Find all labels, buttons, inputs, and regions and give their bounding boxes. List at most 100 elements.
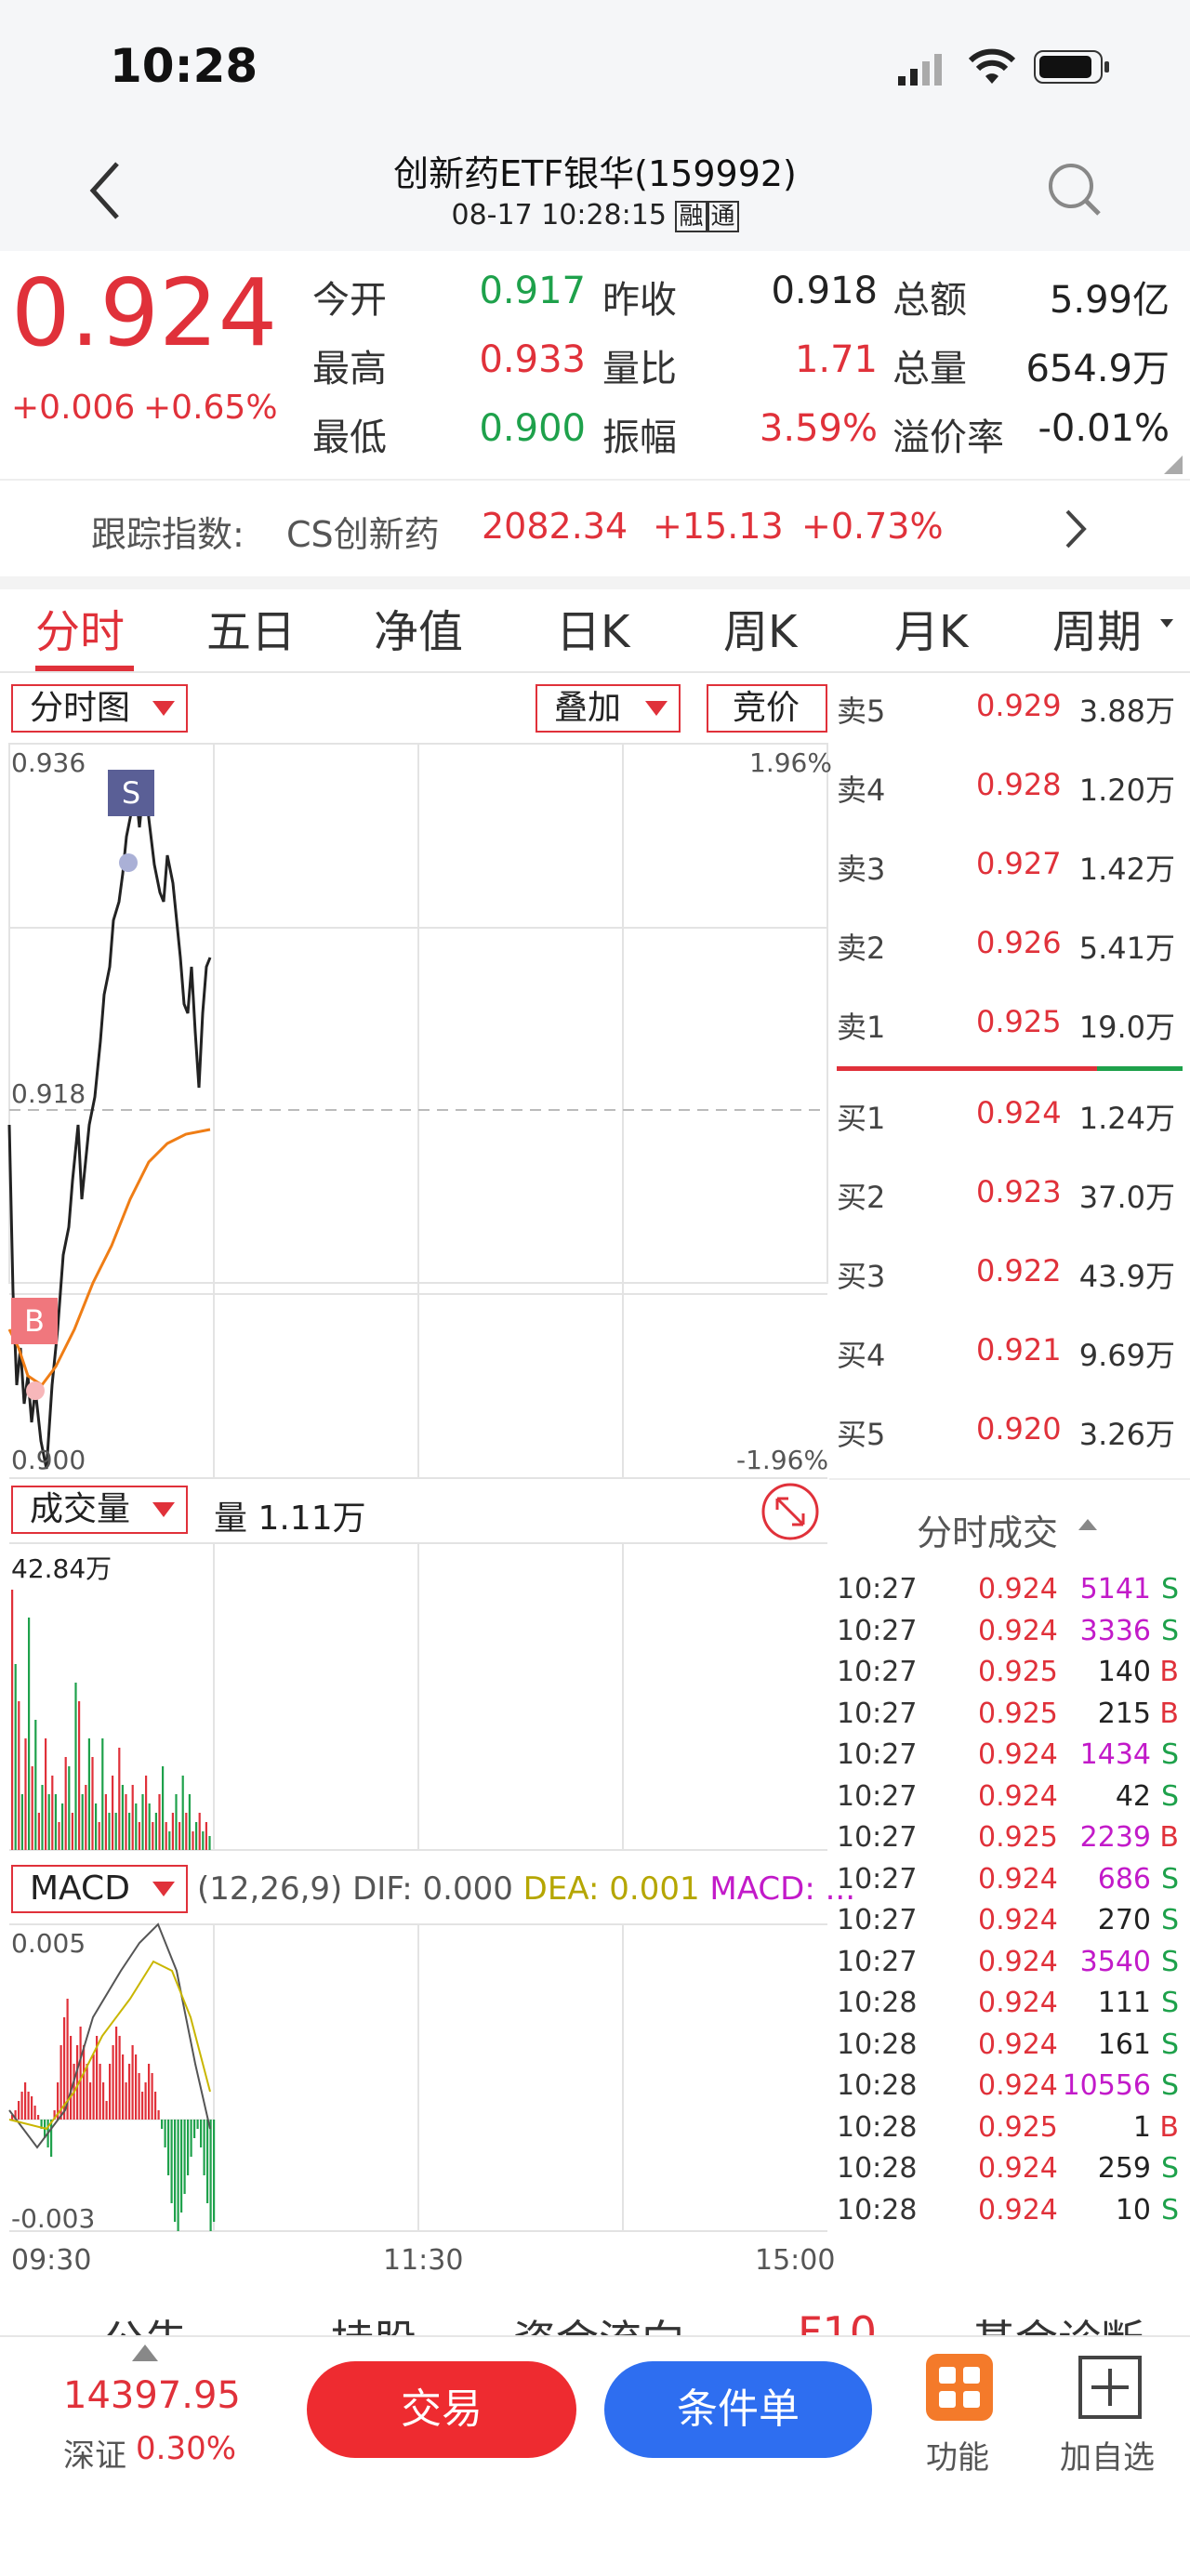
- macd-bar: [115, 2027, 118, 2120]
- volume-bar: [54, 1794, 57, 1850]
- bids-row[interactable]: 买5 0.920 3.26万: [837, 1411, 1181, 1467]
- conditional-order-button[interactable]: 条件单: [604, 2361, 872, 2458]
- price-axis-bottom: 0.900: [11, 1445, 86, 1475]
- expand-icon[interactable]: [760, 1482, 820, 1545]
- volume-bar: [64, 1757, 67, 1850]
- tab-5[interactable]: 月K: [894, 595, 968, 660]
- quote-label: 昨收: [602, 279, 677, 322]
- pct-axis-bottom: -1.96%: [736, 1445, 829, 1475]
- trade-row: 10:27 0.924 270 S: [837, 1904, 1183, 1945]
- volume-label: 量 1.11万: [214, 1499, 366, 1538]
- tab-fund-diagnosis[interactable]: 基金诊断: [972, 2307, 1144, 2335]
- macd-bar: [92, 2054, 95, 2120]
- chart-mode-dropdown[interactable]: 分时图: [11, 684, 188, 733]
- tab-1[interactable]: 五日: [206, 595, 296, 660]
- trade-side: B: [1159, 2110, 1179, 2144]
- macd-bar: [109, 2064, 112, 2120]
- quote-value: -0.01%: [1038, 407, 1170, 450]
- quote-value: 654.9万: [1025, 348, 1170, 390]
- bid-ask-ratio-red: [837, 1066, 1097, 1071]
- macd-bar: [37, 2115, 40, 2120]
- volume-bar: [198, 1813, 201, 1850]
- volume-bar: [195, 1822, 198, 1850]
- asks-row[interactable]: 卖3 0.927 1.42万: [837, 846, 1181, 902]
- divider: [829, 1478, 1190, 1480]
- macd-bar: [125, 2082, 127, 2120]
- macd-bar: [31, 2096, 33, 2120]
- bottom-bar: 14397.95 深证 0.30% 交易 条件单 功能 加自选: [0, 2335, 1190, 2576]
- volume-bar: [58, 1822, 60, 1850]
- trades-title[interactable]: 分时成交: [917, 1504, 1058, 1555]
- volume-bar: [128, 1813, 131, 1850]
- asks-row[interactable]: 卖1 0.925 19.0万: [837, 1004, 1181, 1060]
- volume-bar: [168, 1831, 171, 1850]
- volume-bar: [85, 1785, 87, 1850]
- volume-bar: [145, 1776, 148, 1850]
- tab-6[interactable]: 周期: [1052, 595, 1142, 660]
- volume-bar: [162, 1766, 165, 1850]
- volume-max-label: 42.84万: [11, 1553, 112, 1584]
- macd-indicator-dropdown[interactable]: MACD: [11, 1865, 188, 1913]
- macd-bar: [138, 2073, 140, 2120]
- macd-bar: [128, 2064, 131, 2120]
- function-button[interactable]: 功能: [922, 2354, 1012, 2493]
- add-watchlist-button[interactable]: 加自选: [1056, 2354, 1171, 2493]
- bids-row[interactable]: 买4 0.921 9.69万: [837, 1332, 1181, 1388]
- buy-marker[interactable]: B: [11, 1298, 58, 1344]
- tab-announcement[interactable]: 公告: [102, 2307, 188, 2335]
- book-price: 0.929: [976, 688, 1062, 723]
- volume-bar: [131, 1785, 134, 1850]
- tracking-index-row[interactable]: 跟踪指数: CS创新药 2082.34 +15.13 +0.73%: [0, 483, 1190, 576]
- macd-bar: [203, 2120, 205, 2175]
- asks-row[interactable]: 卖5 0.929 3.88万: [837, 688, 1181, 744]
- bids-row[interactable]: 买2 0.923 37.0万: [837, 1174, 1181, 1230]
- volume-bar: [175, 1794, 178, 1850]
- market-index-pct: 0.30%: [136, 2430, 237, 2467]
- volume-bar: [34, 1720, 37, 1850]
- tab-0[interactable]: 分时: [35, 595, 125, 660]
- tab-f10[interactable]: F10: [798, 2307, 877, 2335]
- trade-volume: 140: [1097, 1656, 1151, 1688]
- trade-row: 10:28 0.924 259 S: [837, 2152, 1183, 2193]
- volume-bar: [208, 1836, 211, 1850]
- tab-fund-flow[interactable]: 资金流向: [513, 2307, 684, 2335]
- tracking-index-change: +15.13: [653, 506, 784, 547]
- tab-holdings[interactable]: 持股: [331, 2307, 416, 2335]
- trade-time: 10:27: [837, 1862, 918, 1896]
- macd-bar: [144, 2082, 147, 2120]
- trade-time: 10:27: [837, 1779, 918, 1813]
- macd-bar: [209, 2120, 212, 2231]
- volume-indicator-dropdown[interactable]: 成交量: [11, 1486, 188, 1534]
- sell-marker[interactable]: S: [108, 770, 154, 816]
- bids-row[interactable]: 买3 0.922 43.9万: [837, 1253, 1181, 1309]
- tracking-index-pct: +0.73%: [801, 506, 944, 547]
- book-price: 0.922: [976, 1253, 1062, 1288]
- buy-point: [26, 1381, 45, 1400]
- book-volume: 3.88万: [1078, 694, 1175, 729]
- asks-row[interactable]: 卖2 0.926 5.41万: [837, 925, 1181, 981]
- tab-2[interactable]: 净值: [374, 595, 463, 660]
- asks-row[interactable]: 卖4 0.928 1.20万: [837, 767, 1181, 823]
- quote-label: 最低: [312, 416, 387, 459]
- status-bar: 10:28: [0, 0, 1190, 139]
- trade-time: 10:28: [837, 2028, 918, 2061]
- tracking-index-name: CS创新药: [286, 514, 440, 555]
- search-icon[interactable]: [1045, 160, 1104, 223]
- price-lines: [7, 771, 212, 1470]
- quote-label: 总额: [892, 279, 967, 322]
- trade-button[interactable]: 交易: [307, 2361, 576, 2458]
- tab-4[interactable]: 周K: [723, 595, 797, 660]
- nav-header: 创新药ETF银华(159992) 08-17 10:28:15 融通: [0, 139, 1190, 251]
- macd-bar: [180, 2120, 183, 2213]
- trade-row: 10:27 0.925 215 B: [837, 1698, 1183, 1738]
- overlay-dropdown[interactable]: 叠加: [536, 684, 681, 733]
- tab-3[interactable]: 日K: [556, 595, 629, 660]
- market-index-name: 深证: [63, 2437, 126, 2475]
- market-index-value[interactable]: 14397.95: [63, 2374, 241, 2417]
- auction-button[interactable]: 竞价: [707, 684, 827, 733]
- bids-row[interactable]: 买1 0.924 1.24万: [837, 1095, 1181, 1151]
- book-volume: 1.42万: [1078, 852, 1175, 887]
- trade-price: 0.924: [978, 2193, 1058, 2226]
- plus-box-icon: [1077, 2354, 1144, 2424]
- volume-bar: [112, 1776, 114, 1850]
